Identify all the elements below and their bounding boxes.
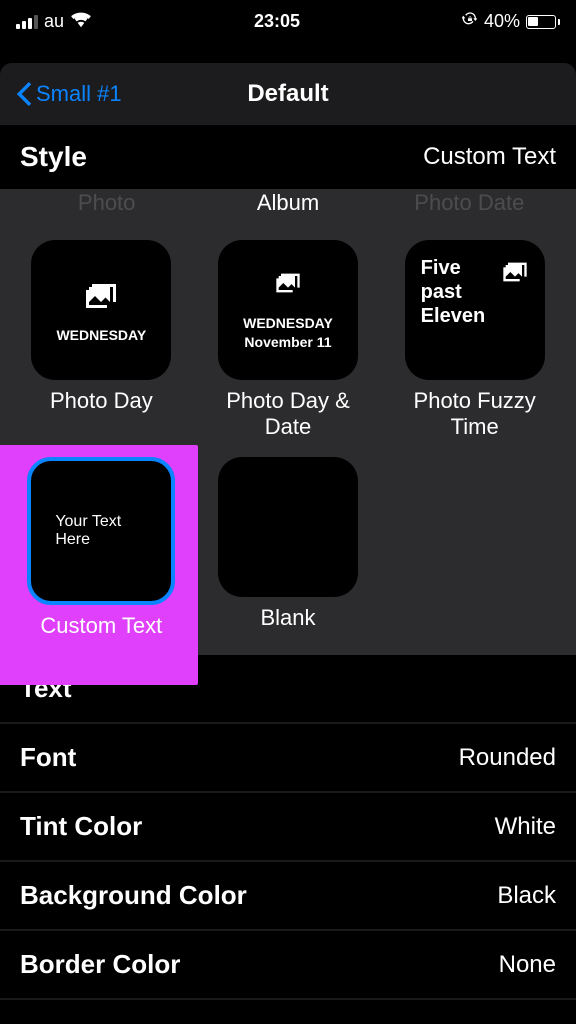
status-left: au [16,8,92,35]
partial-label-right: Photo Date [379,190,560,216]
widget-blank[interactable]: Blank [203,457,374,639]
widget-text-line2: November 11 [244,333,331,351]
status-bar: au 23:05 40% [0,0,576,43]
wifi-icon [70,8,92,35]
grid-item-empty [389,457,560,639]
widget-text: WEDNESDAY [56,327,146,343]
setting-value: None [499,951,556,979]
status-right: 40% [462,11,560,32]
setting-label: Background Color [20,880,247,911]
widget-photo-day-date[interactable]: WEDNESDAY November 11 Photo Day & Date [203,240,374,441]
widget-photo-day[interactable]: WEDNESDAY Photo Day [16,240,187,441]
style-row[interactable]: Style Custom Text [0,125,576,190]
battery-icon [526,15,560,29]
grid-row: Your Text Here Custom Text Blank [16,457,560,639]
widget-text: Five past Eleven [421,256,497,328]
photo-icon [501,258,529,291]
partial-label-center: Album [197,190,378,216]
widget-label: Custom Text [40,613,162,639]
setting-value: Rounded [459,744,556,772]
photo-icon [274,269,302,302]
photo-icon [83,278,119,319]
back-label: Small #1 [36,81,122,107]
setting-value: Black [497,882,556,910]
grid-row: WEDNESDAY Photo Day WEDNESDAY November 1… [16,240,560,441]
nav-bar: Small #1 Default [0,63,576,125]
back-button[interactable]: Small #1 [16,81,122,107]
setting-label: Tint Color [20,811,142,842]
carrier-label: au [44,11,64,32]
rotation-lock-icon [462,11,478,32]
widget-label: Photo Fuzzy Time [389,388,560,441]
setting-bg-color[interactable]: Background Color Black [0,862,576,931]
widget-text-line1: WEDNESDAY [243,314,333,332]
page-title: Default [247,80,328,108]
widget-label: Photo Day [50,388,153,414]
setting-font[interactable]: Font Rounded [0,724,576,793]
status-time: 23:05 [254,11,300,32]
partial-label-left: Photo [16,190,197,216]
setting-label: Font [20,742,76,773]
widget-label: Photo Day & Date [203,388,374,441]
widget-text: Your Text Here [43,513,159,549]
setting-border-color[interactable]: Border Color None [0,931,576,1000]
style-label: Style [20,141,87,173]
style-value: Custom Text [423,143,556,171]
setting-value: White [495,813,556,841]
settings-list: Text Font Rounded Tint Color White Backg… [0,655,576,1000]
setting-label: Border Color [20,949,180,980]
setting-tint-color[interactable]: Tint Color White [0,793,576,862]
widget-fuzzy-time[interactable]: Five past Eleven Photo Fuzzy Time [389,240,560,441]
battery-pct: 40% [484,11,520,32]
grid-row-partial: Photo Album Photo Date [16,190,560,224]
signal-icon [16,15,38,29]
style-grid: Photo Album Photo Date WEDNESDAY Photo D… [0,190,576,655]
widget-label: Blank [260,605,315,631]
widget-custom-text[interactable]: Your Text Here Custom Text [27,457,175,639]
